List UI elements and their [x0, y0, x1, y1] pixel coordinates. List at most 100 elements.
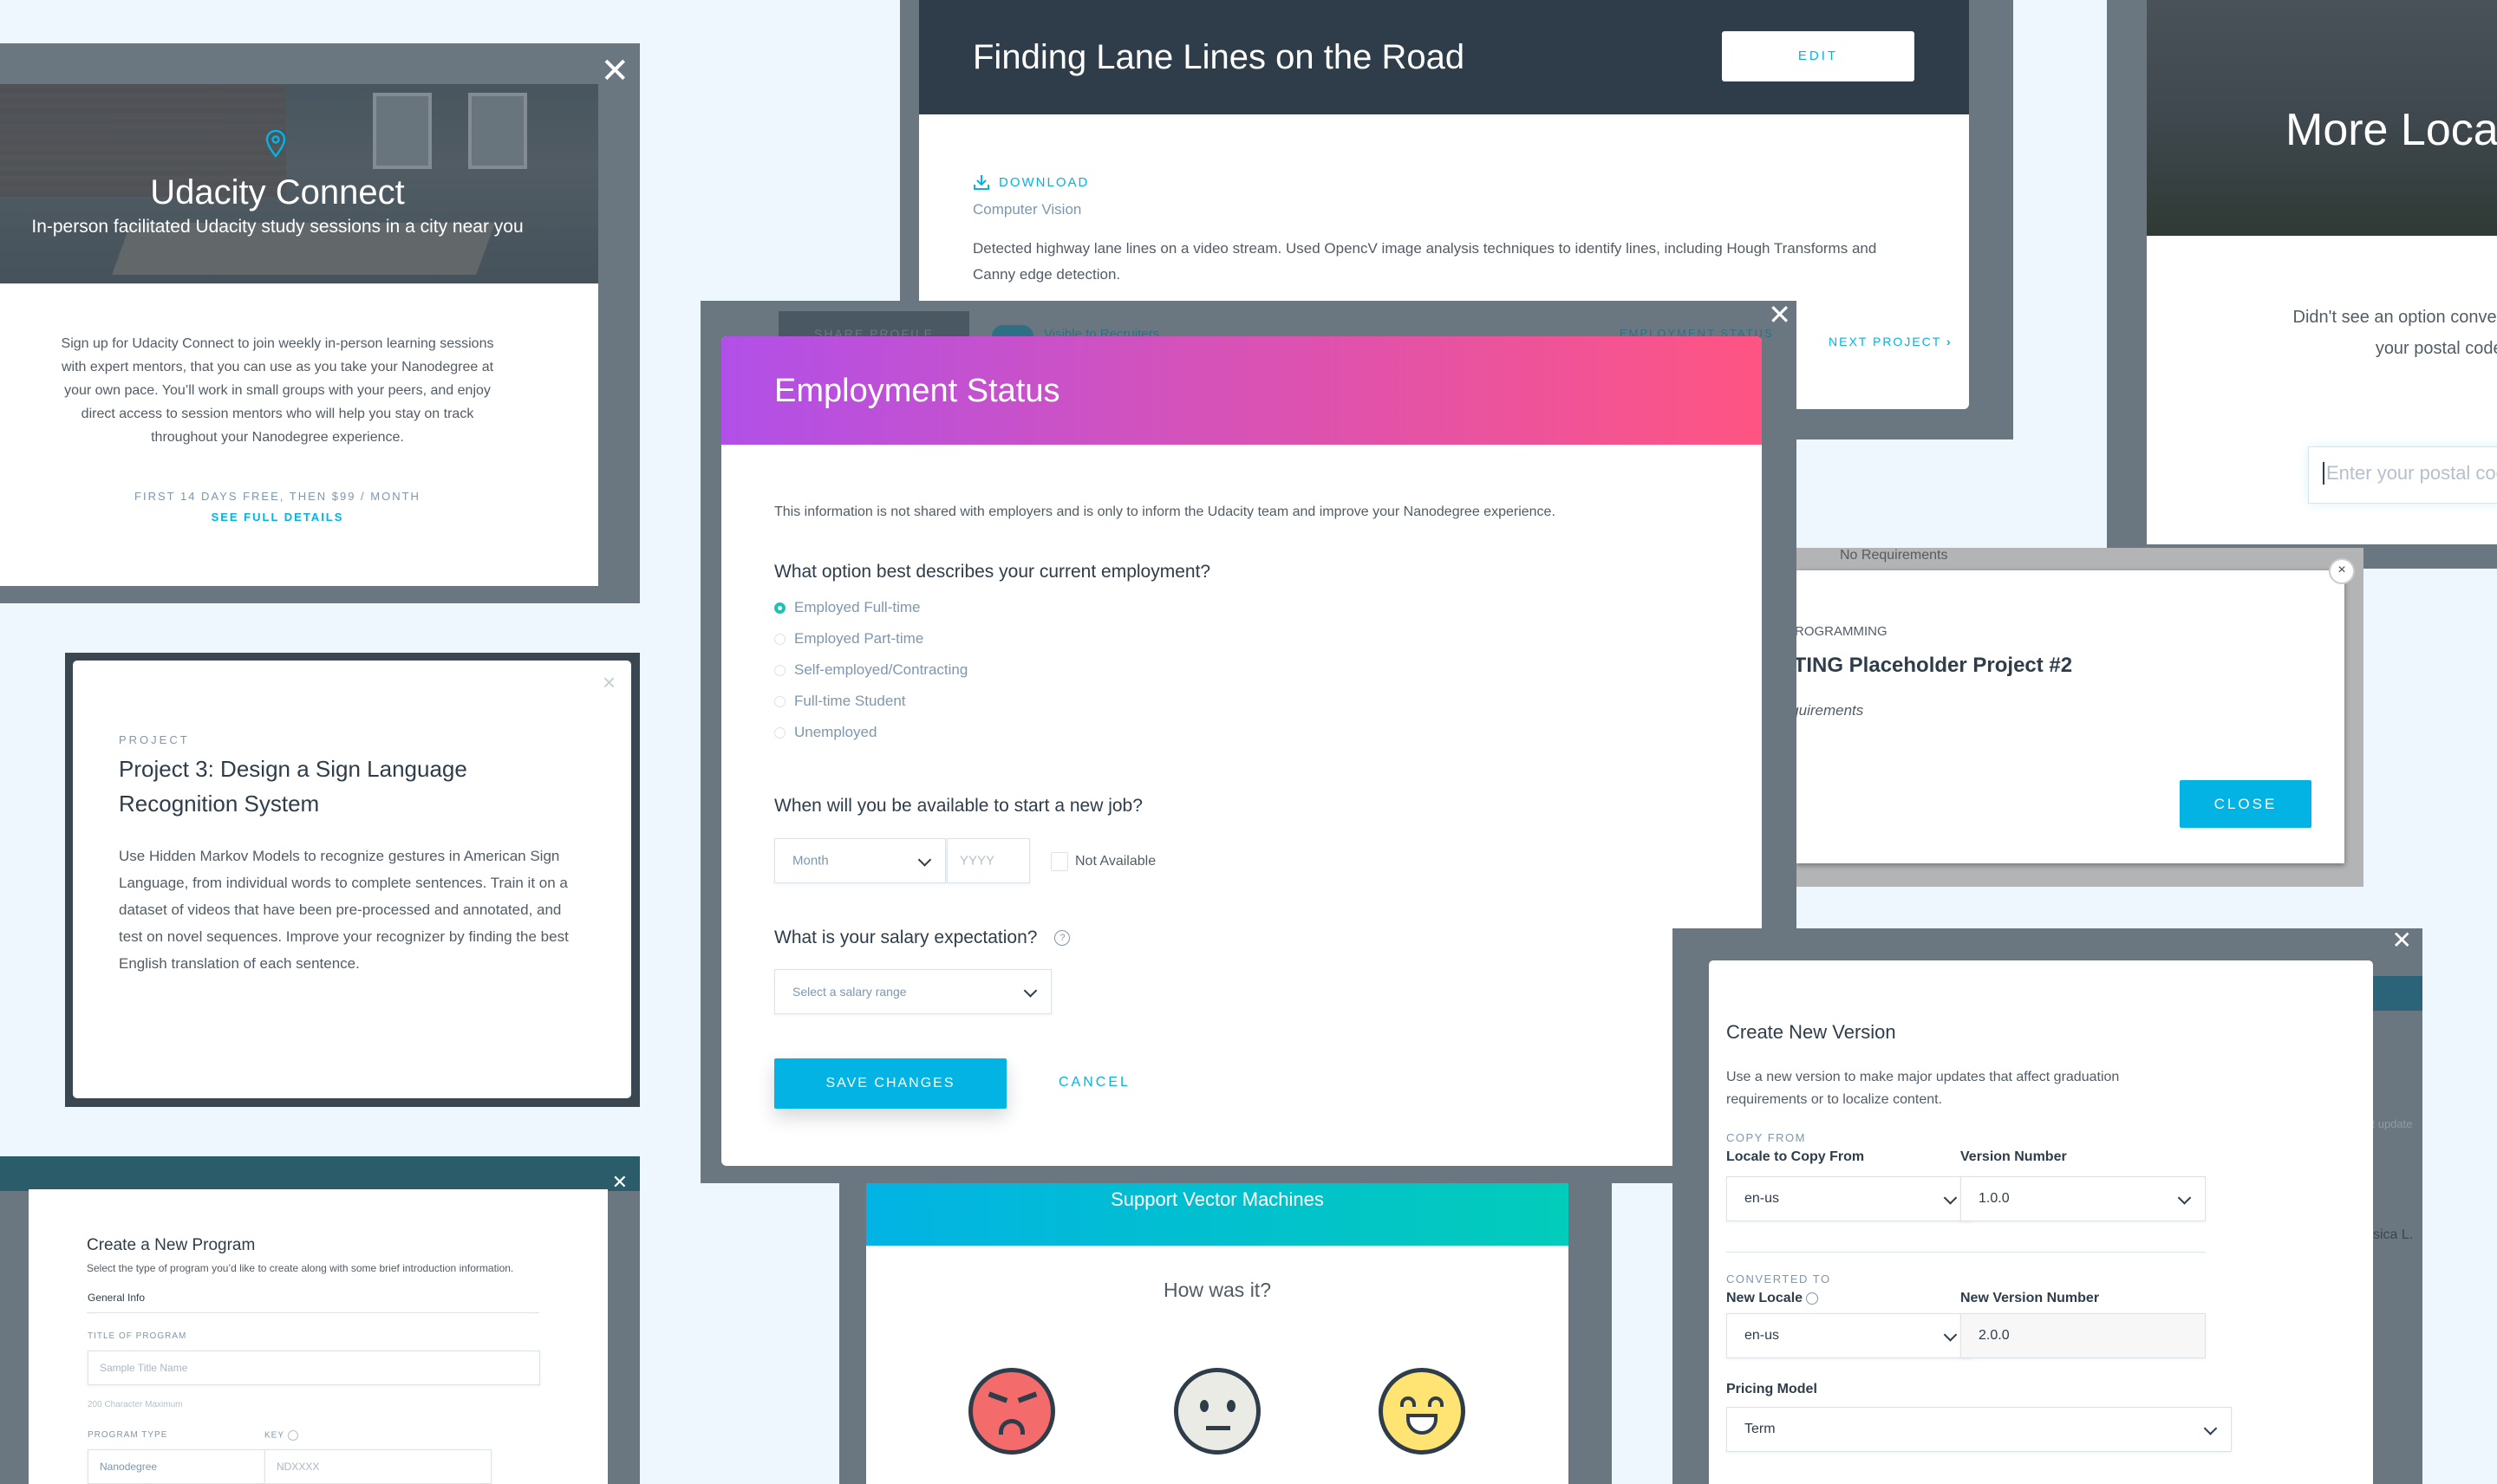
happy-face-icon[interactable]	[1379, 1368, 1465, 1455]
project-category: Computer Vision	[973, 201, 1082, 218]
create-program-subtitle: Select the type of program you’d like to…	[87, 1262, 514, 1274]
version-number-label: Version Number	[1960, 1149, 2067, 1164]
bg-requirements-text: No Requirements	[1840, 548, 1948, 563]
version-number-select[interactable]: 1.0.0	[1960, 1176, 2206, 1221]
availability-question: When will you be available to start a ne…	[774, 796, 1143, 816]
angry-face-icon[interactable]	[968, 1368, 1055, 1455]
project-eyebrow: PROJECT	[119, 733, 190, 746]
more-locations-card: More Locations Didn't see an option conv…	[2147, 0, 2497, 544]
pricing-model-select[interactable]: Term	[1726, 1407, 2232, 1452]
new-version-label: New Version Number	[1960, 1291, 2100, 1305]
create-version-title: Create New Version	[1726, 1021, 1896, 1043]
chevron-down-icon	[2203, 1422, 2218, 1435]
close-icon[interactable]: ×	[603, 669, 616, 696]
help-icon[interactable]	[287, 1430, 298, 1441]
hero-image: Udacity Connect In-person facilitated Ud…	[0, 84, 598, 283]
udacity-connect-card: Udacity Connect In-person facilitated Ud…	[0, 84, 598, 586]
program-type-label: PROGRAM TYPE	[88, 1430, 168, 1440]
close-button[interactable]: CLOSE	[2180, 780, 2311, 828]
project-description: Use Hidden Markov Models to recognize ge…	[119, 848, 569, 972]
employment-modal: Employment Status This information is no…	[721, 336, 1762, 1166]
new-version-input[interactable]: 2.0.0	[1960, 1313, 2206, 1358]
udacity-connect-title: Udacity Connect	[150, 173, 405, 212]
more-locations-title: More Locations	[2285, 105, 2497, 155]
employment-info: This information is not shared with empl…	[774, 504, 1555, 519]
key-label: KEY	[264, 1430, 298, 1441]
chevron-right-icon: ›	[1946, 335, 1953, 348]
create-program-title: Create a New Program	[87, 1236, 256, 1254]
postal-code-input[interactable]: Enter your postal code	[2308, 446, 2497, 504]
download-link[interactable]: DOWNLOAD	[973, 173, 1089, 191]
chevron-down-icon	[2177, 1191, 2192, 1205]
close-icon[interactable]: ✕	[2392, 928, 2412, 953]
new-locale-select[interactable]: en-us	[1726, 1313, 1972, 1358]
radio-full-time-student[interactable]: Full-time Student	[774, 686, 968, 717]
svm-header: Support Vector Machines	[866, 1183, 1568, 1246]
chevron-down-icon	[1943, 1328, 1958, 1342]
bg-last-update: st update	[2366, 1117, 2413, 1130]
close-icon[interactable]: ✕	[1768, 301, 1791, 329]
udacity-connect-overlay: ✕ Udacity Connect In-person facilitated …	[0, 43, 640, 603]
locale-copy-label: Locale to Copy From	[1726, 1149, 1865, 1164]
cancel-button[interactable]: CANCEL	[1059, 1075, 1131, 1090]
project-description: Detected highway lane lines on a video s…	[973, 240, 1877, 283]
program-key-input[interactable]: NDXXXX	[264, 1449, 492, 1484]
next-project-link[interactable]: NEXT PROJECT ›	[1829, 335, 1953, 348]
new-locale-label: New Locale	[1726, 1291, 1819, 1306]
month-select[interactable]: Month	[774, 838, 946, 883]
project-title: Project 3: Design a Sign Language Recogn…	[119, 756, 467, 817]
bg-user-name: ssica L.	[2366, 1227, 2414, 1242]
employment-question: What option best describes your current …	[774, 562, 1211, 582]
salary-select[interactable]: Select a salary range	[774, 969, 1052, 1014]
employment-modal-title: Employment Status	[774, 373, 1060, 409]
chevron-down-icon	[917, 853, 932, 867]
create-version-description: Use a new version to make major updates …	[1726, 1070, 2120, 1107]
project-card-header: Finding Lane Lines on the Road EDIT	[919, 0, 1969, 114]
locale-copy-select[interactable]: en-us	[1726, 1176, 1972, 1221]
title-hint: 200 Character Maximum	[88, 1400, 183, 1409]
tab-general-info[interactable]: General Info	[88, 1292, 145, 1304]
edit-button[interactable]: EDIT	[1722, 31, 1914, 81]
salary-question: What is your salary expectation? ?	[774, 928, 1071, 948]
svm-card: Support Vector Machines How was it?	[866, 1183, 1568, 1484]
locations-hero-image: More Locations	[2147, 0, 2497, 236]
testing-eyebrow: PROGRAMMING	[1796, 624, 1887, 639]
more-locations-description: Didn't see an option convenient to you? …	[2292, 308, 2497, 358]
svm-overlay: Support Vector Machines How was it?	[839, 1183, 1612, 1484]
testing-modal: PROGRAMMING TESTING Placeholder Project …	[1796, 570, 2344, 863]
create-version-card: Create New Version Use a new version to …	[1709, 960, 2373, 1484]
chevron-down-icon	[1023, 984, 1038, 998]
pricing-model-label: Pricing Model	[1726, 1382, 1817, 1396]
employment-options: Employed Full-time Employed Part-time Se…	[774, 592, 968, 748]
program-title-input[interactable]: Sample Title Name	[88, 1351, 540, 1385]
download-icon	[974, 175, 989, 190]
neutral-face-icon[interactable]	[1174, 1368, 1261, 1455]
radio-self-employed[interactable]: Self-employed/Contracting	[774, 654, 968, 686]
close-icon[interactable]: ✕	[612, 1174, 628, 1193]
employment-modal-header: Employment Status	[721, 336, 1762, 445]
radio-employed-part-time[interactable]: Employed Part-time	[774, 623, 968, 654]
create-program-overlay: ✕ Create a New Program Select the type o…	[0, 1156, 640, 1484]
testing-title: TESTING Placeholder Project #2	[1796, 654, 2073, 677]
more-locations-overlay: More Locations Didn't see an option conv…	[2107, 0, 2497, 569]
create-program-card: Create a New Program Select the type of …	[29, 1189, 608, 1484]
title-label: TITLE OF PROGRAM	[88, 1331, 187, 1341]
help-icon[interactable]	[1806, 1292, 1819, 1305]
close-icon[interactable]: ✕	[600, 54, 629, 88]
year-input[interactable]: YYYY	[947, 838, 1030, 883]
create-version-overlay: st update ssica L. ✕ Create New Version …	[1672, 928, 2422, 1484]
copy-from-label: COPY FROM	[1726, 1131, 1806, 1144]
not-available-checkbox[interactable]: Not Available	[1051, 852, 1156, 871]
see-full-details-link[interactable]: SEE FULL DETAILS	[0, 511, 555, 524]
converted-to-label: CONVERTED TO	[1726, 1272, 1831, 1285]
project-modal-frame: × PROJECT Project 3: Design a Sign Langu…	[65, 653, 640, 1107]
close-icon[interactable]: ×	[2329, 558, 2355, 584]
radio-employed-full-time[interactable]: Employed Full-time	[774, 592, 968, 623]
rating-question: How was it?	[1164, 1279, 1271, 1301]
radio-unemployed[interactable]: Unemployed	[774, 717, 968, 748]
help-icon[interactable]: ?	[1054, 930, 1071, 946]
chevron-down-icon	[1943, 1191, 1958, 1205]
save-changes-button[interactable]: SAVE CHANGES	[774, 1058, 1007, 1109]
price-note: FIRST 14 DAYS FREE, THEN $99 / MONTH	[134, 490, 421, 503]
udacity-connect-subtitle: In-person facilitated Udacity study sess…	[31, 217, 524, 237]
